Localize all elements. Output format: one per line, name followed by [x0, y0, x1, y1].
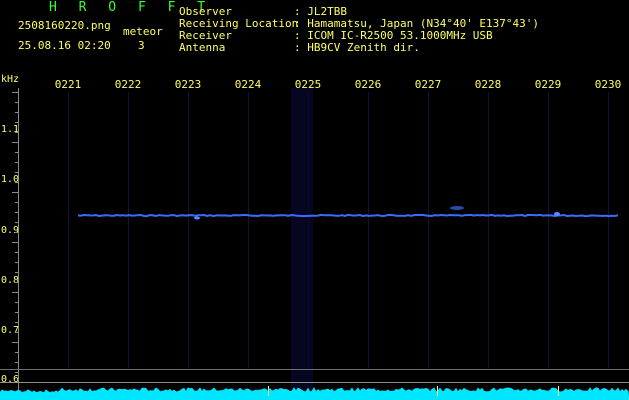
y-axis-ticks	[12, 92, 18, 393]
noise-floor-band	[0, 386, 629, 400]
noise-column	[291, 88, 313, 388]
spectrogram-screen: H R O F F T 2508160220.png meteor 25.08.…	[0, 0, 629, 400]
spectrogram-plot	[0, 88, 629, 400]
meteor-ping	[554, 212, 560, 216]
carrier-signal-line	[77, 213, 619, 218]
meteor-ping	[194, 216, 200, 220]
meteor-ping	[450, 206, 464, 210]
time-grid	[68, 92, 609, 368]
